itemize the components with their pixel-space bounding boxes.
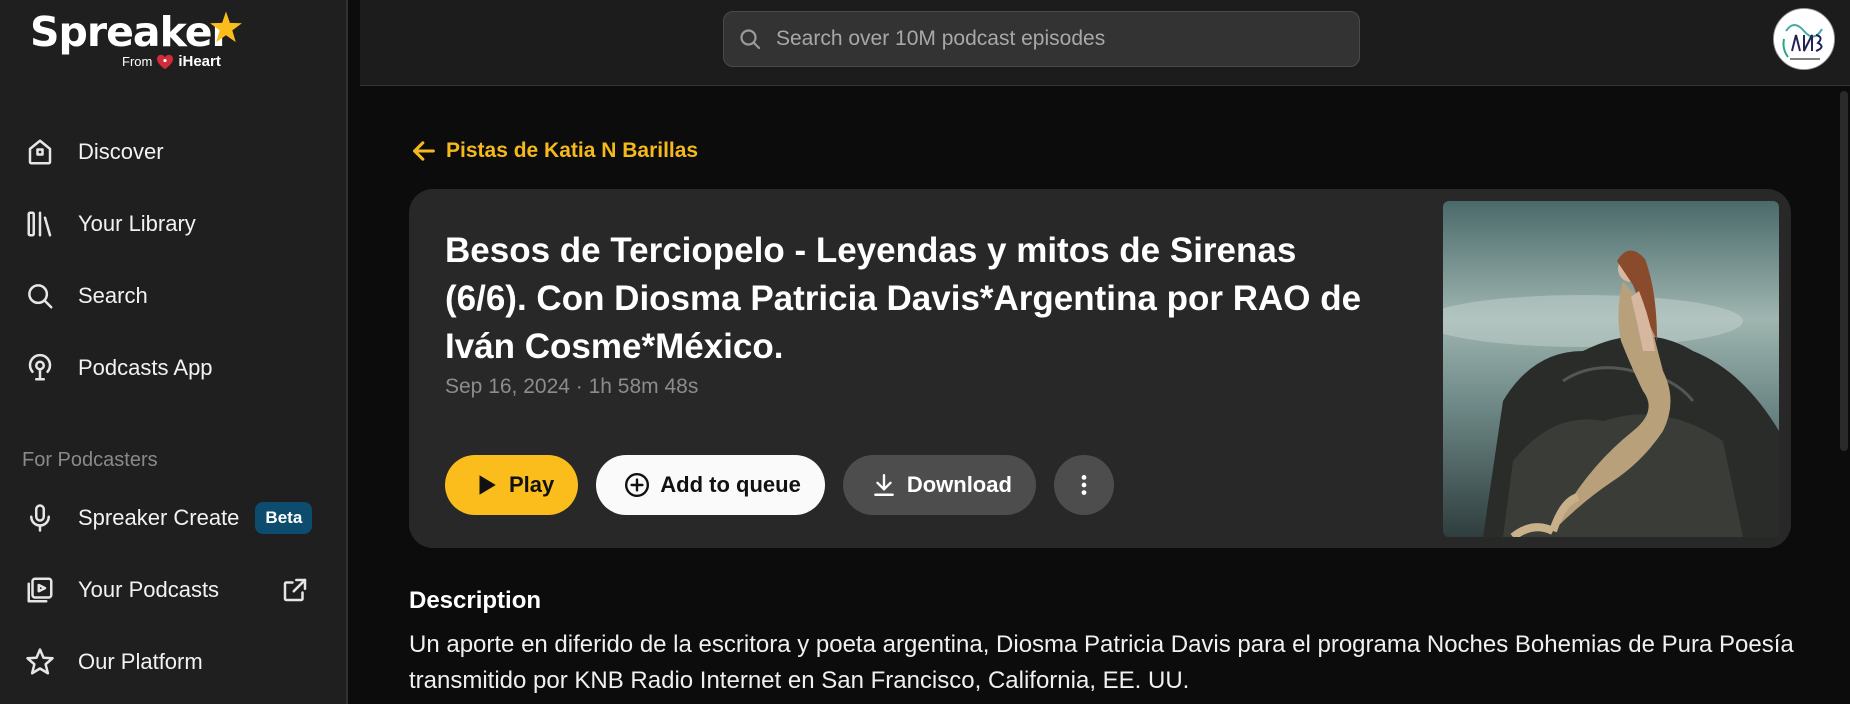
library-icon <box>24 208 56 240</box>
back-link-label: Pistas de Katia N Barillas <box>446 139 699 162</box>
podcasters-nav: Spreaker Create Beta Your Podcasts Our P… <box>0 482 346 698</box>
mermaid-cover-image <box>1443 201 1779 537</box>
episode-cover <box>1443 201 1779 537</box>
search-icon <box>24 280 56 312</box>
nav-label: Discover <box>78 139 164 164</box>
logo-subtitle: From iHeart <box>122 53 221 70</box>
user-avatar[interactable] <box>1773 8 1835 70</box>
external-link-icon <box>280 575 310 605</box>
your-podcasts-icon <box>24 574 56 606</box>
play-button[interactable]: Play <box>445 455 579 515</box>
top-header <box>360 0 1850 86</box>
nav-item-podcasts-app[interactable]: Podcasts App <box>0 332 346 404</box>
logo-wordmark: Spreaker <box>30 8 232 56</box>
play-label: Play <box>509 472 555 497</box>
more-vertical-icon <box>1081 475 1087 495</box>
logo-star-icon <box>210 11 242 43</box>
nav-label: Your Library <box>78 211 196 236</box>
scrollbar-thumb[interactable] <box>1840 91 1848 451</box>
play-icon <box>479 475 496 495</box>
for-podcasters-heading: For Podcasters <box>22 449 158 471</box>
search-input[interactable] <box>776 27 1336 51</box>
search-icon <box>740 29 761 50</box>
discover-icon <box>24 136 56 168</box>
episode-page: Pistas de Katia N Barillas Besos de Terc… <box>360 87 1838 704</box>
nav-label: Our Platform <box>78 649 203 674</box>
episode-title: Besos de Terciopelo - Leyendas y mitos d… <box>445 231 1362 366</box>
description-heading: Description <box>409 587 542 614</box>
nav-label: Spreaker Create <box>78 505 240 530</box>
arrow-left-icon <box>413 141 435 161</box>
back-link[interactable]: Pistas de Katia N Barillas <box>410 137 698 165</box>
platform-star-icon <box>24 646 56 678</box>
episode-description: Un aporte en diferido de la escritora y … <box>409 631 1794 694</box>
download-icon <box>873 474 894 496</box>
nav-label: Search <box>78 283 148 308</box>
spreaker-logo[interactable]: Spreaker From iHeart <box>30 8 250 72</box>
plus-circle-icon <box>625 472 650 498</box>
nav-label: Podcasts App <box>78 355 213 380</box>
more-options-button[interactable] <box>1053 455 1114 515</box>
nav-item-spreaker-create[interactable]: Spreaker Create Beta <box>0 482 346 554</box>
beta-badge: Beta <box>255 502 313 534</box>
logo-from-label: From <box>122 54 153 69</box>
episode-actions: Play Add to queue Download <box>445 455 1114 515</box>
nav-item-your-library[interactable]: Your Library <box>0 188 346 260</box>
search-bar[interactable] <box>723 11 1360 67</box>
knb-avatar-image <box>1774 9 1834 69</box>
page-scrollbar[interactable] <box>1838 87 1850 704</box>
download-button[interactable]: Download <box>842 455 1036 515</box>
download-label: Download <box>906 472 1012 497</box>
episode-card: Besos de Terciopelo - Leyendas y mitos d… <box>409 189 1791 548</box>
microphone-icon <box>24 502 56 534</box>
nav-label: Your Podcasts <box>78 577 220 602</box>
add-to-queue-label: Add to queue <box>660 472 801 497</box>
logo-iheart-label: iHeart <box>178 53 221 70</box>
sidebar: Spreaker From iHeart Discover Your Libra… <box>0 0 348 704</box>
nav-item-search[interactable]: Search <box>0 260 346 332</box>
add-to-queue-button[interactable]: Add to queue <box>596 455 825 515</box>
nav-item-your-podcasts[interactable]: Your Podcasts <box>0 554 346 626</box>
episode-meta: Sep 16, 2024 · 1h 58m 48s <box>445 375 699 398</box>
nav-item-our-platform[interactable]: Our Platform <box>0 626 346 698</box>
podcasts-app-icon <box>24 352 56 384</box>
main-nav: Discover Your Library Search Podcasts Ap… <box>0 116 346 404</box>
iheart-heart-icon <box>157 54 174 69</box>
nav-item-discover[interactable]: Discover <box>0 116 346 188</box>
